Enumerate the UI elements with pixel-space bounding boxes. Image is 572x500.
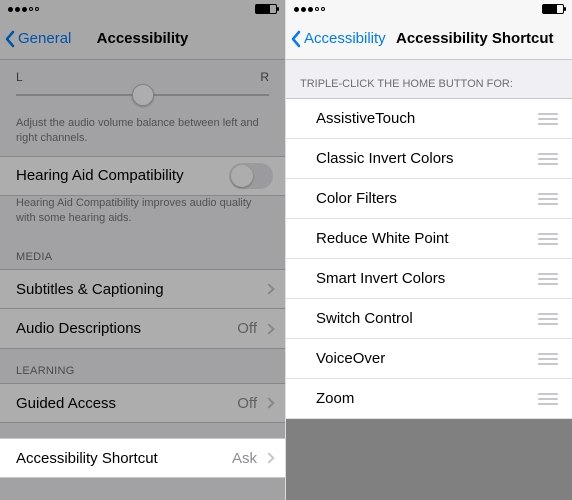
back-button[interactable]: Accessibility xyxy=(286,30,386,48)
section-header-media: MEDIA xyxy=(0,235,285,269)
accessibility-shortcut-value: Ask xyxy=(232,450,257,467)
shortcut-item-label: Switch Control xyxy=(316,310,413,327)
chevron-left-icon xyxy=(290,30,302,48)
drag-handle-icon[interactable] xyxy=(538,353,558,365)
audio-descriptions-label: Audio Descriptions xyxy=(16,320,141,337)
drag-handle-icon[interactable] xyxy=(538,313,558,325)
shortcut-item-label: Reduce White Point xyxy=(316,230,449,247)
drag-handle-icon[interactable] xyxy=(538,393,558,405)
shortcut-item-label: Classic Invert Colors xyxy=(316,150,454,167)
content-area: L R Adjust the audio volume balance betw… xyxy=(0,60,285,500)
shortcut-item[interactable]: AssistiveTouch xyxy=(286,99,572,139)
shortcut-item[interactable]: Switch Control xyxy=(286,299,572,339)
back-label: Accessibility xyxy=(304,30,386,47)
status-bar xyxy=(286,0,572,18)
signal-dots-icon xyxy=(294,7,325,12)
shortcut-list: AssistiveTouch Classic Invert Colors Color… xyxy=(286,98,572,419)
balance-slider-block: L R xyxy=(0,60,285,116)
shortcut-item-label: VoiceOver xyxy=(316,350,385,367)
balance-slider[interactable] xyxy=(16,94,269,96)
hearing-aid-caption: Hearing Aid Compatibility improves audio… xyxy=(0,196,285,236)
hearing-aid-row[interactable]: Hearing Aid Compatibility xyxy=(0,156,285,196)
section-header-learning: LEARNING xyxy=(0,349,285,383)
hearing-aid-toggle[interactable] xyxy=(229,163,273,189)
shortcut-item[interactable]: Zoom xyxy=(286,379,572,419)
empty-area xyxy=(286,419,572,500)
accessibility-shortcut-row[interactable]: Accessibility Shortcut Ask xyxy=(0,438,285,478)
shortcut-item-label: Smart Invert Colors xyxy=(316,270,445,287)
audio-descriptions-value: Off xyxy=(237,320,257,337)
drag-handle-icon[interactable] xyxy=(538,233,558,245)
chevron-right-icon xyxy=(263,452,274,463)
shortcut-item-label: Color Filters xyxy=(316,190,397,207)
section-header-tripleclick: TRIPLE-CLICK THE HOME BUTTON FOR: xyxy=(286,60,572,98)
audio-descriptions-row[interactable]: Audio Descriptions Off xyxy=(0,309,285,349)
chevron-right-icon xyxy=(263,284,274,295)
guided-access-value: Off xyxy=(237,395,257,412)
content-area: TRIPLE-CLICK THE HOME BUTTON FOR: Assist… xyxy=(286,60,572,500)
balance-r-label: R xyxy=(260,70,269,84)
subtitles-label: Subtitles & Captioning xyxy=(16,281,164,298)
shortcut-item[interactable]: Classic Invert Colors xyxy=(286,139,572,179)
guided-access-label: Guided Access xyxy=(16,395,116,412)
status-bar xyxy=(0,0,285,18)
subtitles-row[interactable]: Subtitles & Captioning xyxy=(0,269,285,309)
signal-dots-icon xyxy=(8,7,39,12)
balance-caption: Adjust the audio volume balance between … xyxy=(0,116,285,156)
nav-bar: General Accessibility xyxy=(0,18,285,60)
shortcut-item[interactable]: VoiceOver xyxy=(286,339,572,379)
guided-access-row[interactable]: Guided Access Off xyxy=(0,383,285,423)
drag-handle-icon[interactable] xyxy=(538,153,558,165)
device-left: General Accessibility L R Adjust the aud… xyxy=(0,0,286,500)
accessibility-shortcut-label: Accessibility Shortcut xyxy=(16,450,158,467)
shortcut-item-label: Zoom xyxy=(316,390,354,407)
battery-icon xyxy=(255,4,277,14)
battery-icon xyxy=(542,4,564,14)
chevron-left-icon xyxy=(4,30,16,48)
back-button[interactable]: General xyxy=(0,30,71,48)
drag-handle-icon[interactable] xyxy=(538,273,558,285)
slider-thumb-icon[interactable] xyxy=(132,84,154,106)
chevron-right-icon xyxy=(263,323,274,334)
shortcut-item[interactable]: Reduce White Point xyxy=(286,219,572,259)
drag-handle-icon[interactable] xyxy=(538,113,558,125)
drag-handle-icon[interactable] xyxy=(538,193,558,205)
device-right: Accessibility Accessibility Shortcut TRI… xyxy=(286,0,572,500)
shortcut-item-label: AssistiveTouch xyxy=(316,110,415,127)
shortcut-item[interactable]: Smart Invert Colors xyxy=(286,259,572,299)
shortcut-item[interactable]: Color Filters xyxy=(286,179,572,219)
hearing-aid-label: Hearing Aid Compatibility xyxy=(16,167,184,184)
nav-bar: Accessibility Accessibility Shortcut xyxy=(286,18,572,60)
back-label: General xyxy=(18,30,71,47)
balance-l-label: L xyxy=(16,70,23,84)
chevron-right-icon xyxy=(263,398,274,409)
